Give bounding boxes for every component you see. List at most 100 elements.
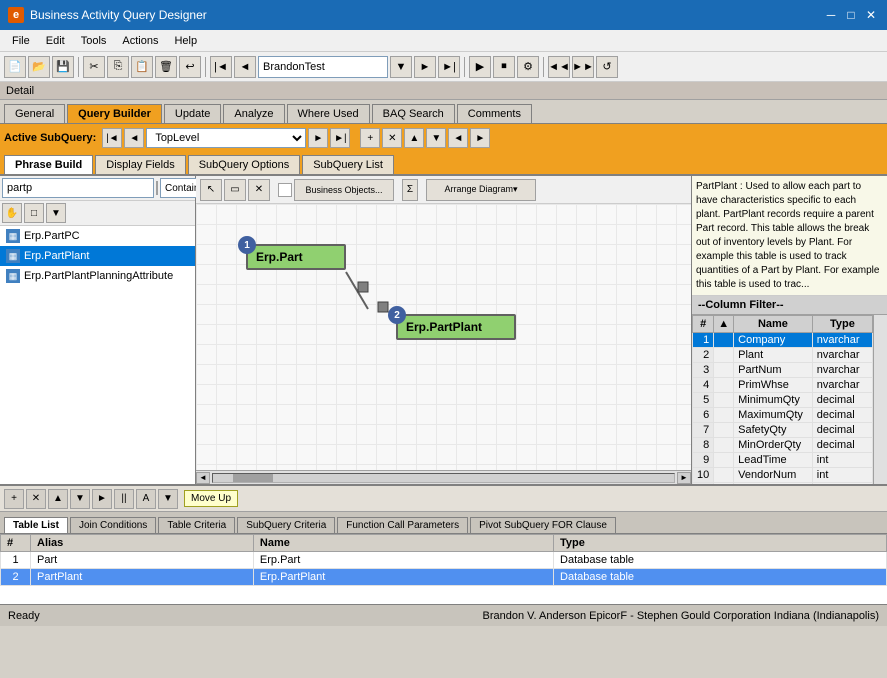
tab-update[interactable]: Update [164, 104, 221, 123]
toolbar-prev2[interactable]: ◄◄ [548, 56, 570, 78]
bot-add[interactable]: + [4, 489, 24, 509]
bot-down[interactable]: ▼ [70, 489, 90, 509]
query-name-input[interactable] [258, 56, 388, 78]
column-row[interactable]: 1 Company nvarchar [693, 333, 873, 348]
toolbar-paste[interactable]: 📋 [131, 56, 153, 78]
toolbar-refresh[interactable]: ↺ [596, 56, 618, 78]
tab-baq-search[interactable]: BAQ Search [372, 104, 455, 123]
tree-btn-box[interactable]: □ [24, 203, 44, 223]
table-node-erppart[interactable]: 1 Erp.Part [246, 244, 346, 270]
menu-help[interactable]: Help [166, 33, 205, 49]
subquery-prev[interactable]: ◄ [124, 128, 144, 148]
toolbar-prev[interactable]: ◄ [234, 56, 256, 78]
column-row[interactable]: 10 VendorNum int [693, 468, 873, 483]
toolbar-save[interactable]: 💾 [52, 56, 74, 78]
btab-table-list[interactable]: Table List [4, 517, 68, 533]
subquery-combo[interactable]: TopLevel [146, 128, 306, 148]
column-row[interactable]: 9 LeadTime int [693, 453, 873, 468]
diag-delete[interactable]: ✕ [248, 179, 270, 201]
diag-business-objects[interactable]: Business Objects... [294, 179, 394, 201]
bottom-table-row[interactable]: 2 PartPlant Erp.PartPlant Database table [1, 569, 887, 586]
bot-stop[interactable]: || [114, 489, 134, 509]
toolbar-copy[interactable]: ⎘ [107, 56, 129, 78]
scroll-left-btn[interactable]: ◄ [196, 472, 210, 484]
toolbar-delete[interactable]: 🗑 [155, 56, 177, 78]
btab-subquery-criteria[interactable]: SubQuery Criteria [237, 517, 335, 533]
toolbar-cut[interactable]: ✂ [83, 56, 105, 78]
menu-edit[interactable]: Edit [38, 33, 73, 49]
menu-actions[interactable]: Actions [114, 33, 166, 49]
subquery-up[interactable]: ▲ [404, 128, 424, 148]
bot-up[interactable]: ▲ [48, 489, 68, 509]
tree-btn-hand[interactable]: ✋ [2, 203, 22, 223]
toolbar-dropdown[interactable]: ▼ [390, 56, 412, 78]
diagram-canvas[interactable]: 1 Erp.Part 2 Erp.PartPlant [196, 204, 691, 470]
tree-item-partplant[interactable]: ▦ Erp.PartPlant [0, 246, 195, 266]
diag-arrange[interactable]: Arrange Diagram▾ [426, 179, 536, 201]
subquery-next[interactable]: ► [308, 128, 328, 148]
minimize-button[interactable]: ─ [823, 7, 839, 23]
toolbar-open[interactable]: 📂 [28, 56, 50, 78]
subquery-first[interactable]: |◄ [102, 128, 122, 148]
bot-delete[interactable]: ✕ [26, 489, 46, 509]
toolbar-undo[interactable]: ↩ [179, 56, 201, 78]
toolbar-next2[interactable]: ►► [572, 56, 594, 78]
subquery-opt2[interactable]: ► [470, 128, 490, 148]
tree-item-partpc[interactable]: ▦ Erp.PartPC [0, 226, 195, 246]
subquery-last[interactable]: ►| [330, 128, 350, 148]
toolbar-next[interactable]: ► [414, 56, 436, 78]
toolbar-new[interactable]: 📄 [4, 56, 26, 78]
tree-item-partplantplanning[interactable]: ▦ Erp.PartPlantPlanningAttribute [0, 266, 195, 286]
toolbar-stop[interactable]: ⏹ [493, 56, 515, 78]
close-button[interactable]: ✕ [863, 7, 879, 23]
menu-file[interactable]: File [4, 33, 38, 49]
btab-function-call[interactable]: Function Call Parameters [337, 517, 468, 533]
bottom-table-row[interactable]: 1 Part Erp.Part Database table [1, 552, 887, 569]
table-icon: ▦ [6, 229, 20, 243]
column-row[interactable]: 2 Plant nvarchar [693, 348, 873, 363]
tab-general[interactable]: General [4, 104, 65, 123]
tab-display-fields[interactable]: Display Fields [95, 155, 185, 174]
column-row[interactable]: 6 MaximumQty decimal [693, 408, 873, 423]
column-row[interactable]: 7 SafetyQty decimal [693, 423, 873, 438]
diag-select[interactable]: ▭ [224, 179, 246, 201]
subquery-opt1[interactable]: ◄ [448, 128, 468, 148]
bot-more[interactable]: ▼ [158, 489, 178, 509]
toolbar-play[interactable]: ▶ [469, 56, 491, 78]
search-clear-btn[interactable] [156, 181, 158, 195]
scroll-right-btn[interactable]: ► [677, 472, 691, 484]
tab-phrase-build[interactable]: Phrase Build [4, 155, 93, 174]
column-row[interactable]: 3 PartNum nvarchar [693, 363, 873, 378]
tab-where-used[interactable]: Where Used [287, 104, 370, 123]
btab-join-conditions[interactable]: Join Conditions [70, 517, 156, 533]
bot-text[interactable]: A [136, 489, 156, 509]
column-row[interactable]: 8 MinOrderQty decimal [693, 438, 873, 453]
column-row[interactable]: 4 PrimWhse nvarchar [693, 378, 873, 393]
tab-comments[interactable]: Comments [457, 104, 532, 123]
btab-pivot[interactable]: Pivot SubQuery FOR Clause [470, 517, 616, 533]
table-node-erppartplant[interactable]: 2 Erp.PartPlant [396, 314, 516, 340]
toolbar-settings[interactable]: ⚙ [517, 56, 539, 78]
tab-subquery-list[interactable]: SubQuery List [302, 155, 394, 174]
toolbar-first[interactable]: |◄ [210, 56, 232, 78]
tab-subquery-options[interactable]: SubQuery Options [188, 155, 301, 174]
column-list-scroll[interactable]: # ▲ Name Type 1 Company nvarchar 2 Plant… [692, 315, 873, 484]
bot-play[interactable]: ► [92, 489, 112, 509]
subquery-add[interactable]: + [360, 128, 380, 148]
toolbar-last[interactable]: ►| [438, 56, 460, 78]
diag-sigma[interactable]: Σ [402, 179, 418, 201]
diag-pointer[interactable]: ↖ [200, 179, 222, 201]
menu-tools[interactable]: Tools [73, 33, 115, 49]
tab-query-builder[interactable]: Query Builder [67, 104, 162, 123]
search-input[interactable] [2, 178, 154, 198]
subquery-down[interactable]: ▼ [426, 128, 446, 148]
tab-analyze[interactable]: Analyze [223, 104, 284, 123]
btab-table-criteria[interactable]: Table Criteria [158, 517, 235, 533]
diagram-scrollbar-h[interactable]: ◄ ► [196, 470, 691, 484]
subquery-delete[interactable]: ✕ [382, 128, 402, 148]
tree-btn-down[interactable]: ▼ [46, 203, 66, 223]
maximize-button[interactable]: □ [843, 7, 859, 23]
column-row[interactable]: 5 MinimumQty decimal [693, 393, 873, 408]
right-scrollbar[interactable] [873, 315, 887, 484]
column-row[interactable]: 11 PurPoint nvarchar [693, 483, 873, 485]
